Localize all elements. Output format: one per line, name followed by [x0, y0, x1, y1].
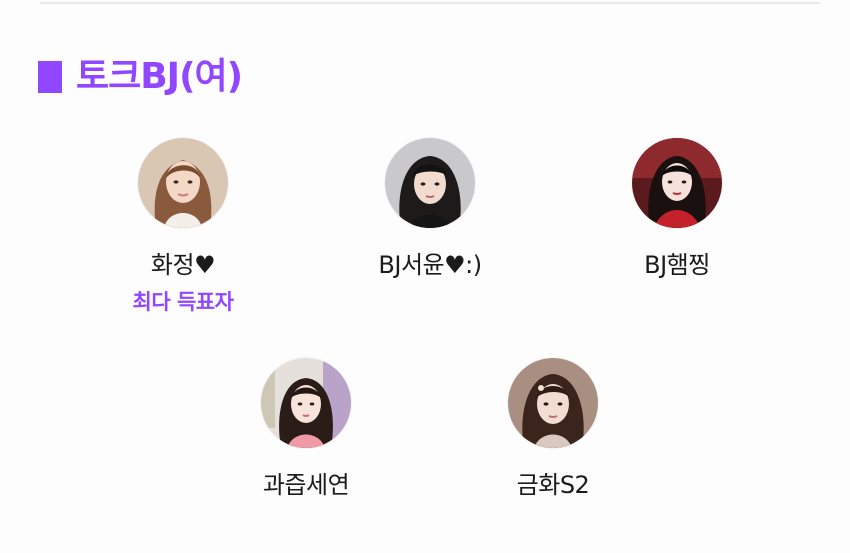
avatar[interactable]	[508, 358, 598, 448]
section-title: 토크BJ(여)	[76, 56, 243, 97]
avatar[interactable]	[385, 138, 475, 228]
profile-card-5[interactable]: 금화S2	[463, 358, 643, 500]
avatar[interactable]	[632, 138, 722, 228]
top-voted-badge: 최다 득표자	[132, 290, 234, 314]
avatar[interactable]	[138, 138, 228, 228]
profile-name[interactable]: 과즙세연	[263, 470, 350, 500]
profile-name[interactable]: BJ서윤♥:)	[378, 250, 482, 280]
top-divider	[40, 2, 820, 4]
profile-card-2[interactable]: BJ서윤♥:)	[340, 138, 520, 280]
avatar[interactable]	[261, 358, 351, 448]
profile-card-1[interactable]: 화정♥ 최다 득표자	[93, 138, 273, 316]
profile-card-3[interactable]: BJ햄찡	[587, 138, 767, 280]
profile-card-4[interactable]: 과즙세연	[216, 358, 396, 500]
profile-name[interactable]: 화정♥	[151, 250, 216, 280]
section-header: 토크BJ(여)	[38, 52, 243, 102]
profile-name[interactable]: 금화S2	[517, 470, 590, 500]
profile-name[interactable]: BJ햄찡	[644, 250, 710, 280]
section-marker	[38, 61, 62, 93]
